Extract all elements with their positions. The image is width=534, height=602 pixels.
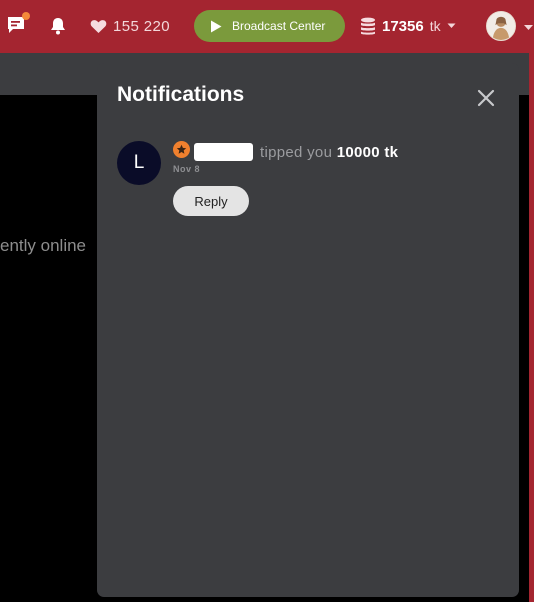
star-badge-icon [173,141,190,158]
broadcast-center-button[interactable]: Broadcast Center [194,10,345,42]
bell-icon [51,18,65,35]
broadcast-center-label: Broadcast Center [232,19,326,33]
notification-message: tipped you 10000 tk [260,144,398,161]
chat-unread-dot [22,12,30,20]
reply-button[interactable]: Reply [173,186,249,216]
avatar-menu-chevron-icon[interactable] [521,22,534,32]
tokens-balance[interactable]: 17356 tk [360,15,456,37]
likes-counter[interactable]: 155 220 [90,15,170,37]
sender-avatar[interactable]: L [117,141,161,185]
avatar-photo [487,12,515,40]
page-edge-strip [529,53,534,602]
notifications-title: Notifications [117,83,245,106]
redacted-username[interactable] [194,143,253,161]
likes-count: 155 220 [113,17,171,35]
online-status-text: ently online [0,236,87,255]
top-bar: 155 220 Broadcast Center 17356 tk [0,0,534,53]
reply-button-label: Reply [194,193,228,209]
sender-avatar-letter: L [133,152,145,173]
tokens-unit: tk [429,18,441,34]
notification-action-text: tipped you [260,144,333,161]
play-icon [211,20,222,32]
star-icon [176,144,187,154]
notifications-button[interactable] [50,16,68,36]
coins-icon [361,17,375,35]
notification-item: L tipped you 10000 tk Nov 8 Reply [117,141,497,221]
chevron-down-icon [447,23,456,28]
close-button[interactable] [474,86,498,110]
notification-amount: 10000 tk [336,144,399,161]
user-avatar[interactable] [486,11,516,41]
heart-icon [90,19,107,33]
notifications-panel: Notifications L tipped you 10000 tk Nov … [97,63,519,597]
chat-button[interactable] [6,12,30,36]
close-icon [477,89,495,107]
tokens-amount: 17356 [382,17,424,35]
notification-date: Nov 8 [173,164,201,174]
